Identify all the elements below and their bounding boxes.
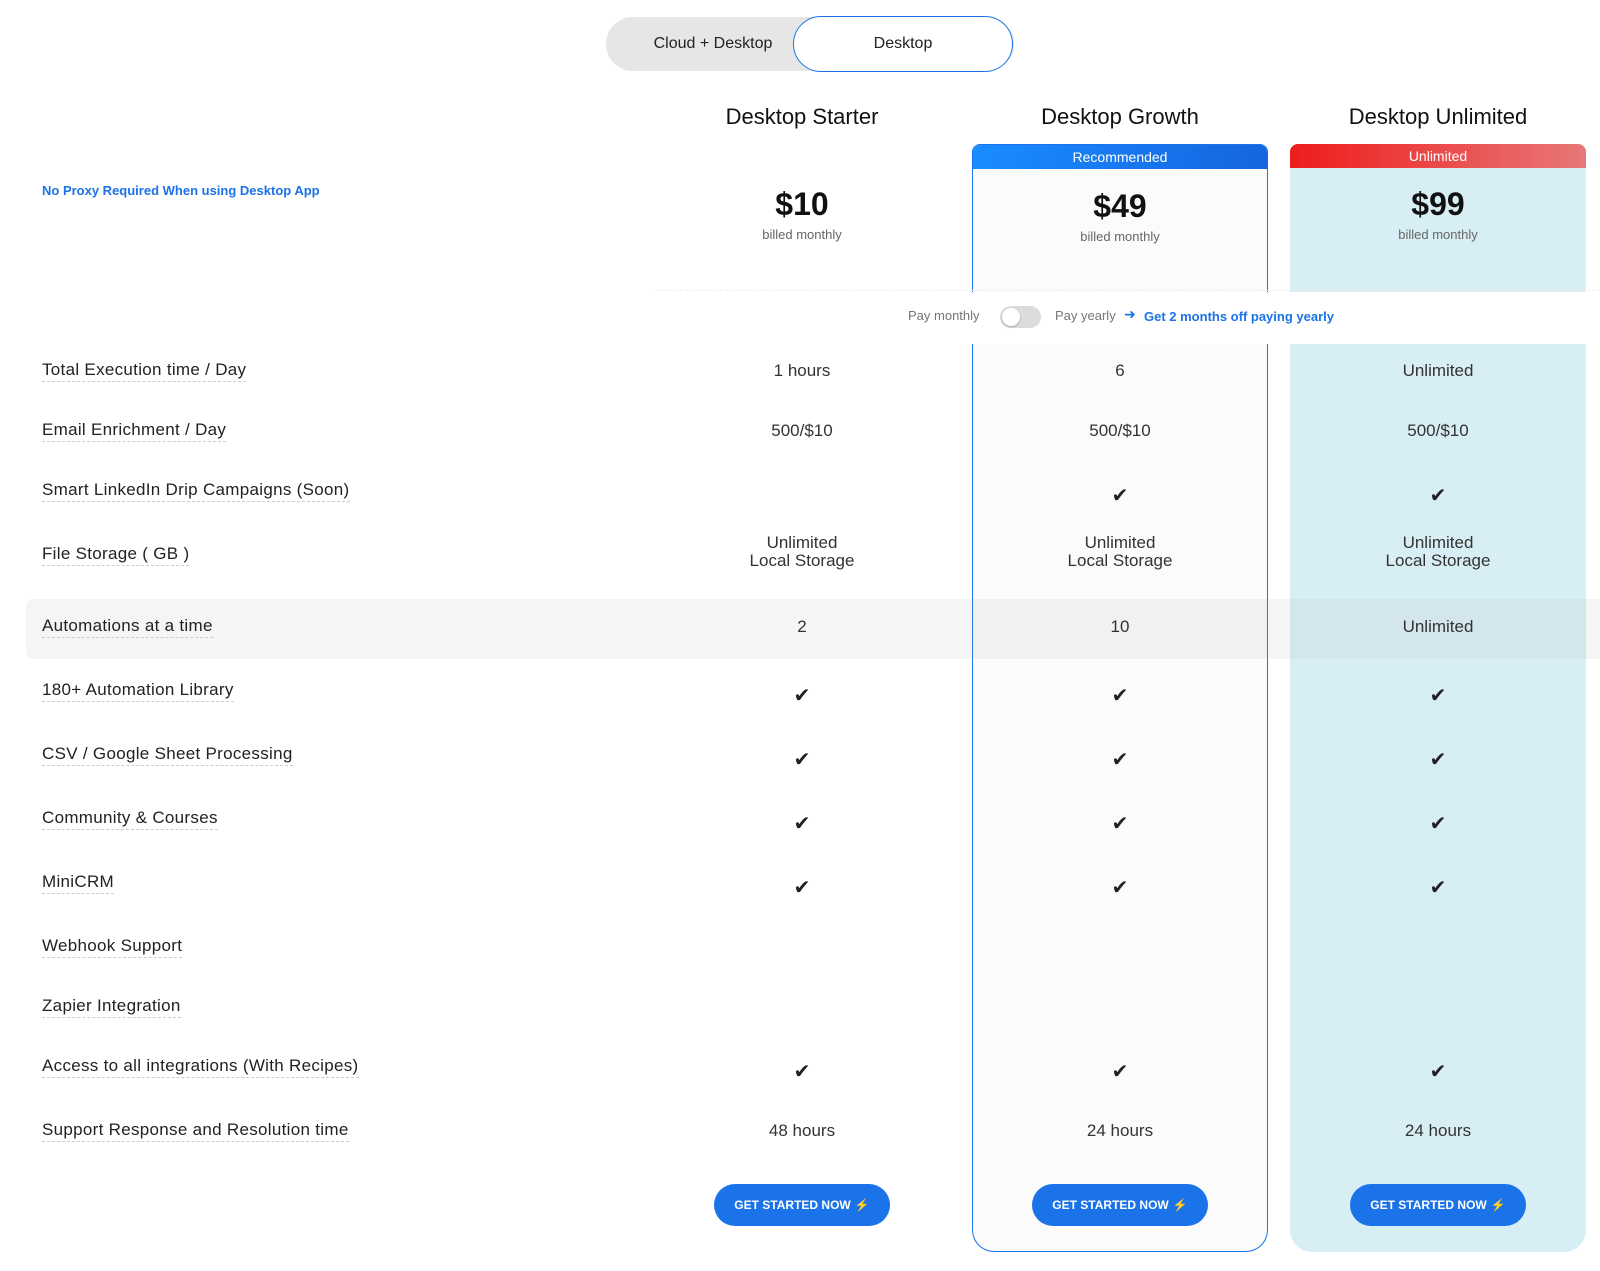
feature-value: 24 hours	[1086, 1121, 1154, 1140]
feature-value: 24 hours	[1404, 1121, 1472, 1140]
feature-label: 180+ Automation Library	[42, 680, 234, 702]
feature-label-text: 180+ Automation Library	[42, 680, 234, 702]
feature-label: MiniCRM	[42, 872, 114, 894]
proxy-note-link[interactable]: No Proxy Required When using Desktop App	[42, 183, 320, 198]
billing-growth: billed monthly	[1080, 229, 1160, 244]
bolt-icon: ⚡	[1490, 1198, 1506, 1212]
button-label: GET STARTED NOW	[1052, 1198, 1169, 1212]
get-started-starter-button[interactable]: GET STARTED NOW ⚡	[714, 1184, 890, 1226]
billing-period-switch[interactable]	[1000, 306, 1041, 328]
unlimited-plan-column	[1290, 344, 1586, 1252]
check-icon: ✔	[1111, 685, 1129, 707]
feature-value: 500/$10	[771, 421, 833, 440]
check-icon: ✔	[793, 1061, 811, 1083]
check-icon: ✔	[1429, 749, 1447, 771]
header-divider	[655, 290, 1600, 291]
button-label: GET STARTED NOW	[734, 1198, 851, 1212]
check-icon: ✔	[793, 813, 811, 835]
price-starter: $10	[775, 186, 829, 222]
switch-knob	[1002, 308, 1020, 326]
feature-label-text: CSV / Google Sheet Processing	[42, 744, 293, 766]
feature-label-text: Zapier Integration	[42, 996, 181, 1018]
check-icon: ✔	[1111, 1061, 1129, 1083]
feature-label: Support Response and Resolution time	[42, 1120, 349, 1142]
check-icon: ✔	[1111, 485, 1129, 507]
feature-label-text: Smart LinkedIn Drip Campaigns (Soon)	[42, 480, 350, 502]
feature-label-text: Total Execution time / Day	[42, 360, 247, 382]
feature-value: 500/$10	[1407, 421, 1469, 440]
feature-label-text: Community & Courses	[42, 808, 218, 830]
feature-label: Automations at a time	[42, 616, 213, 638]
feature-value: 2	[797, 617, 807, 636]
feature-value: 1 hours	[773, 361, 831, 380]
feature-label-text: Webhook Support	[42, 936, 183, 958]
billing-starter: billed monthly	[762, 227, 842, 242]
plan-name-growth: Desktop Growth	[1041, 104, 1199, 129]
check-icon: ✔	[1111, 749, 1129, 771]
pay-yearly-label: Pay yearly	[1055, 308, 1116, 323]
check-icon: ✔	[793, 685, 811, 707]
bolt-icon: ⚡	[854, 1198, 870, 1212]
price-unlimited: $99	[1411, 186, 1465, 222]
check-icon: ✔	[1429, 485, 1447, 507]
check-icon: ✔	[1429, 685, 1447, 707]
feature-value: Unlimited	[1402, 361, 1474, 380]
check-icon: ✔	[1429, 813, 1447, 835]
feature-label: File Storage ( GB )	[42, 544, 190, 566]
get-started-growth-button[interactable]: GET STARTED NOW ⚡	[1032, 1184, 1208, 1226]
feature-value: 10	[1110, 617, 1130, 636]
check-icon: ✔	[1111, 877, 1129, 899]
feature-label: Email Enrichment / Day	[42, 420, 227, 442]
feature-label-text: Access to all integrations (With Recipes…	[42, 1056, 359, 1078]
growth-plan-column	[972, 344, 1268, 1252]
feature-label: Total Execution time / Day	[42, 360, 247, 382]
pay-monthly-label: Pay monthly	[908, 308, 980, 323]
feature-label: Zapier Integration	[42, 996, 181, 1018]
button-label: GET STARTED NOW	[1370, 1198, 1487, 1212]
feature-label: CSV / Google Sheet Processing	[42, 744, 293, 766]
feature-value: 6	[1115, 361, 1125, 380]
check-icon: ✔	[793, 877, 811, 899]
get-started-unlimited-button[interactable]: GET STARTED NOW ⚡	[1350, 1184, 1526, 1226]
feature-value: Unlimited Local Storage	[1385, 533, 1491, 570]
feature-value: 48 hours	[768, 1121, 836, 1140]
feature-value: 500/$10	[1089, 421, 1151, 440]
feature-value: Unlimited Local Storage	[749, 533, 855, 570]
check-icon: ✔	[1429, 1061, 1447, 1083]
tab-desktop[interactable]: Desktop	[793, 16, 1013, 72]
feature-label: Community & Courses	[42, 808, 218, 830]
bolt-icon: ⚡	[1172, 1198, 1188, 1212]
feature-label-text: Automations at a time	[42, 616, 213, 638]
check-icon: ✔	[1111, 813, 1129, 835]
recommended-badge: Recommended	[973, 145, 1267, 169]
feature-label-text: MiniCRM	[42, 872, 114, 894]
feature-label-text: File Storage ( GB )	[42, 544, 190, 566]
plan-name-unlimited: Desktop Unlimited	[1348, 104, 1528, 129]
feature-label: Smart LinkedIn Drip Campaigns (Soon)	[42, 480, 350, 502]
price-growth: $49	[1093, 188, 1147, 224]
feature-label-text: Support Response and Resolution time	[42, 1120, 349, 1142]
arrow-right-icon: ➜	[1124, 306, 1136, 322]
plan-name-starter: Desktop Starter	[725, 104, 879, 129]
feature-value: Unlimited	[1402, 617, 1474, 636]
billing-unlimited: billed monthly	[1398, 227, 1478, 242]
yearly-offer-text: Get 2 months off paying yearly	[1144, 309, 1334, 324]
unlimited-badge: Unlimited	[1290, 144, 1586, 168]
plan-type-toggle: Cloud + Desktop Desktop	[606, 16, 1014, 72]
feature-label-text: Email Enrichment / Day	[42, 420, 227, 442]
feature-label: Access to all integrations (With Recipes…	[42, 1056, 359, 1078]
tab-cloud-desktop[interactable]: Cloud + Desktop	[606, 17, 820, 71]
check-icon: ✔	[1429, 877, 1447, 899]
feature-value: Unlimited Local Storage	[1067, 533, 1173, 570]
check-icon: ✔	[793, 749, 811, 771]
feature-label: Webhook Support	[42, 936, 183, 958]
